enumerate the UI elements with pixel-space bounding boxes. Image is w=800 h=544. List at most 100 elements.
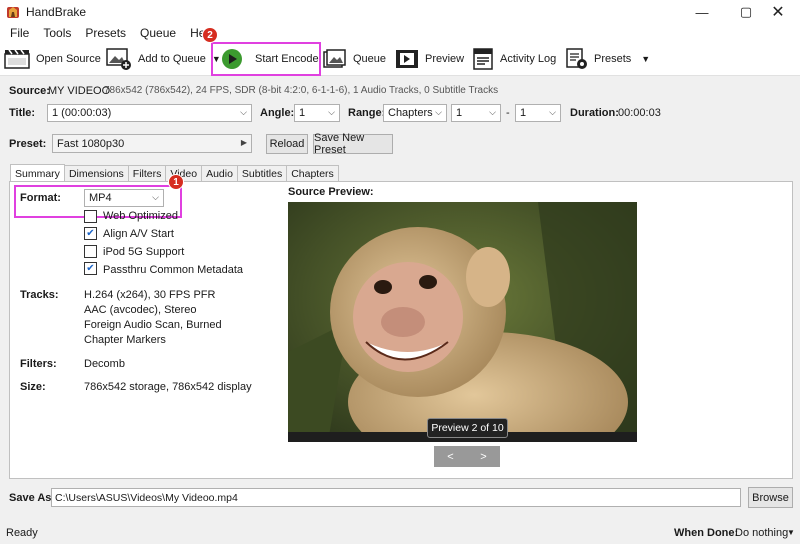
ipod-checkbox[interactable] [84,245,97,258]
when-done-label: When Done: [674,527,739,539]
browse-button[interactable]: Browse [748,487,793,508]
preview-image [288,202,637,442]
preview-label: Preview [425,53,465,65]
activity-log-icon [473,48,493,70]
size-value: 786x542 storage, 786x542 display [84,381,252,393]
ipod-label: iPod 5G Support [103,246,185,258]
source-name: MY VIDEOO [48,85,111,97]
range-label: Range: [348,107,386,119]
reload-button[interactable]: Reload [266,134,308,154]
range-start-select[interactable]: 1 ⌵ [451,104,501,122]
queue-button[interactable]: Queue [323,46,386,72]
filters-label: Filters: [20,358,57,370]
range-select[interactable]: Chapters ⌵ [383,104,447,122]
tab-audio[interactable]: Audio [201,165,238,182]
status-text: Ready [6,527,38,539]
preview-next-button[interactable]: > [467,446,500,467]
source-label: Source: [9,85,50,97]
track-item: Foreign Audio Scan, Burned [84,319,222,331]
save-as-path-input[interactable]: C:\Users\ASUS\Videos\My Videoo.mp4 [51,488,741,507]
when-done-select[interactable]: Do nothing [735,527,788,539]
preview-caption: Preview 2 of 10 [427,418,508,438]
monkey-photo [288,202,637,442]
chevron-down-icon[interactable]: ▼ [641,54,650,64]
range-value: Chapters [388,107,433,119]
duration-value: 00:00:03 [618,107,661,119]
save-new-preset-button[interactable]: Save New Preset [313,132,393,156]
chevron-down-icon: ⌵ [435,107,442,117]
angle-value: 1 [299,107,306,119]
tab-subtitles[interactable]: Subtitles [236,165,288,182]
web-optimized-label: Web Optimized [103,210,178,222]
filters-value: Decomb [84,358,125,370]
handbrake-logo-icon [7,7,19,18]
track-item: H.264 (x264), 30 FPS PFR [84,289,216,301]
close-icon[interactable]: ✕ [756,0,800,24]
status-bar: Ready When Done: Do nothing ▼ [0,520,800,544]
add-to-queue-button[interactable]: Add to Queue ▼ [106,46,221,72]
menu-queue[interactable]: Queue [133,26,183,40]
preset-select[interactable]: Fast 1080p30 ▶ [52,134,252,153]
duration-label: Duration: [570,107,619,119]
tab-summary[interactable]: Summary [10,164,65,182]
source-preview-title: Source Preview: [288,186,374,198]
window-title: HandBrake [26,5,87,19]
align-av-label: Align A/V Start [103,228,174,240]
preset-value: Fast 1080p30 [57,137,125,150]
title-select[interactable]: 1 (00:00:03) ⌵ [47,104,252,122]
add-queue-icon [106,48,131,70]
step-badge-1: 1 [168,174,184,190]
presets-gear-icon [566,48,587,69]
size-label: Size: [20,381,46,393]
menu-bar: File Tools Presets Queue Help [0,24,800,42]
range-end-value: 1 [520,107,527,119]
preset-label: Preset: [9,138,47,150]
chevron-down-icon: ⌵ [489,107,496,117]
start-encode-highlight [211,42,321,76]
menu-file[interactable]: File [3,26,36,40]
angle-label: Angle: [260,107,295,119]
menu-presets[interactable]: Presets [78,26,133,40]
preview-film-icon [396,50,418,68]
range-start-value: 1 [456,107,463,119]
tab-dimensions[interactable]: Dimensions [63,165,129,182]
tracks-label: Tracks: [20,289,59,301]
preview-prev-button[interactable]: < [434,446,467,467]
film-clapper-icon [4,49,30,69]
passthru-checkbox[interactable]: ✔ [84,262,97,275]
chevron-down-icon[interactable]: ▼ [787,528,795,537]
chevron-down-icon: ⌵ [328,107,335,117]
chevron-down-icon: ⌵ [549,107,556,117]
queue-icon [323,49,346,68]
range-end-select[interactable]: 1 ⌵ [515,104,561,122]
tab-chapters[interactable]: Chapters [286,165,339,182]
activity-log-label: Activity Log [500,53,557,65]
chevron-down-icon: ⌵ [240,107,247,117]
step-badge-2: 2 [202,27,218,43]
title-label: Title: [9,107,36,119]
align-av-checkbox[interactable]: ✔ [84,227,97,240]
range-separator: - [506,107,510,119]
queue-label: Queue [353,53,387,65]
menu-tools[interactable]: Tools [36,26,78,40]
open-source-label: Open Source [36,53,101,65]
preview-button[interactable]: Preview [395,46,464,72]
presets-label: Presets [594,53,632,65]
toolbar: Open Source Add to Queue ▼ Start Encode … [0,42,800,76]
save-as-label: Save As: [9,492,56,504]
web-optimized-checkbox[interactable] [84,210,97,223]
title-value: 1 (00:00:03) [52,107,112,119]
source-details: 786x542 (786x542), 24 FPS, SDR (8-bit 4:… [104,85,499,96]
track-item: Chapter Markers [84,334,166,346]
chevron-right-icon: ▶ [240,138,247,147]
activity-log-button[interactable]: Activity Log [472,46,556,72]
minimize-icon[interactable]: — [680,0,724,24]
add-to-queue-label: Add to Queue [138,53,206,65]
track-item: AAC (avcodec), Stereo [84,304,197,316]
angle-select[interactable]: 1 ⌵ [294,104,340,122]
passthru-label: Passthru Common Metadata [103,264,244,276]
title-bar: HandBrake — ▢ ✕ [0,0,800,24]
presets-button[interactable]: Presets ▼ [566,46,650,72]
open-source-button[interactable]: Open Source [4,46,101,72]
tab-filters[interactable]: Filters [127,165,167,182]
